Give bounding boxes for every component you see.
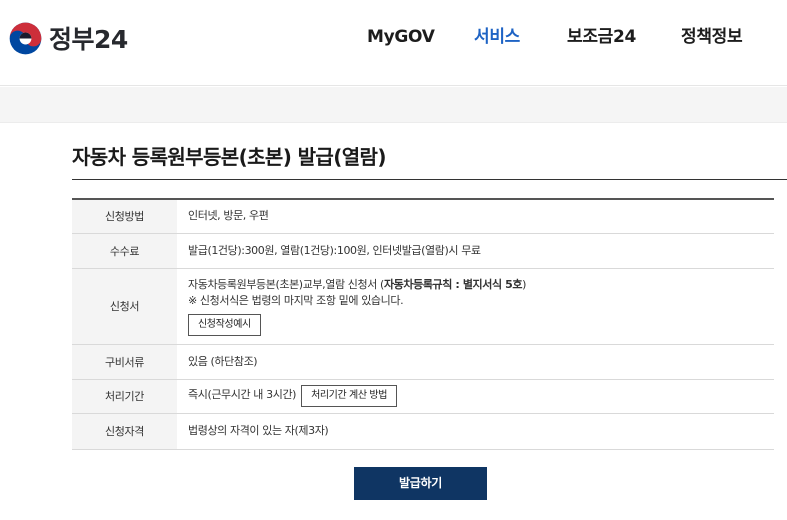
row-value-fee: 발급(1건당):300원, 열람(1건당):100원, 인터넷발급(열람)시 무… (188, 243, 481, 257)
row-value-application: 자동차등록원부등본(초본)교부,열람 신청서 (자동차등록규칙 : 별지서식 5… (177, 268, 774, 344)
nav-item-services[interactable]: 서비스 (474, 24, 520, 50)
application-form-suffix: ) (522, 277, 527, 291)
nav-item-subsidy24[interactable]: 보조금24 (567, 24, 636, 50)
table-row: 신청방법 인터넷, 방문, 우편 (72, 199, 774, 233)
issue-button[interactable]: 발급하기 (354, 467, 487, 500)
application-form-regulation: 자동차등록규칙 : 별지서식 5호 (383, 277, 523, 291)
table-row: 수수료 발급(1건당):300원, 열람(1건당):100원, 인터넷발급(열람… (72, 233, 774, 268)
breadcrumb-band (0, 87, 787, 123)
application-form-line: 자동차등록원부등본(초본)교부,열람 신청서 (자동차등록규칙 : 별지서식 5… (188, 277, 774, 293)
row-value-documents: 있음 (하단참조) (188, 354, 258, 368)
row-label-fee: 수수료 (72, 233, 177, 268)
application-form-note: ※ 신청서식은 법령의 마지막 조항 밑에 있습니다. (188, 293, 404, 307)
row-label-method: 신청방법 (72, 199, 177, 233)
site-header: 정부24 MyGOV 서비스 보조금24 정책정보 (0, 0, 787, 86)
row-value-method: 인터넷, 방문, 우편 (188, 209, 269, 223)
title-divider (72, 179, 787, 180)
page-title: 자동차 등록원부등본(초본) 발급(열람) (72, 145, 386, 169)
row-label-eligibility: 신청자격 (72, 413, 177, 449)
nav-item-policy-info[interactable]: 정책정보 (681, 24, 743, 50)
row-label-application: 신청서 (72, 268, 177, 344)
table-row: 신청자격 법령상의 자격이 있는 자(제3자) (72, 413, 774, 449)
service-info-table: 신청방법 인터넷, 방문, 우편 수수료 발급(1건당):300원, 열람(1건… (72, 198, 774, 450)
table-row: 신청서 자동차등록원부등본(초본)교부,열람 신청서 (자동차등록규칙 : 별지… (72, 268, 774, 344)
period-calc-button[interactable]: 처리기간 계산 방법 (301, 385, 398, 407)
row-label-period: 처리기간 (72, 379, 177, 413)
application-form-prefix: 자동차등록원부등본(초본)교부,열람 신청서 ( (188, 277, 384, 291)
form-example-button[interactable]: 신청작성예시 (188, 313, 261, 336)
table-row: 처리기간 즉시(근무시간 내 3시간) 처리기간 계산 방법 (72, 379, 774, 413)
row-label-documents: 구비서류 (72, 344, 177, 379)
table-row: 구비서류 있음 (하단참조) (72, 344, 774, 379)
row-value-period: 즉시(근무시간 내 3시간) 처리기간 계산 방법 (177, 379, 774, 413)
row-value-eligibility: 법령상의 자격이 있는 자(제3자) (188, 424, 329, 437)
main-nav: MyGOV 서비스 보조금24 정책정보 (0, 24, 787, 50)
nav-item-mygov[interactable]: MyGOV (367, 24, 435, 50)
period-value: 즉시(근무시간 내 3시간) (188, 388, 297, 401)
